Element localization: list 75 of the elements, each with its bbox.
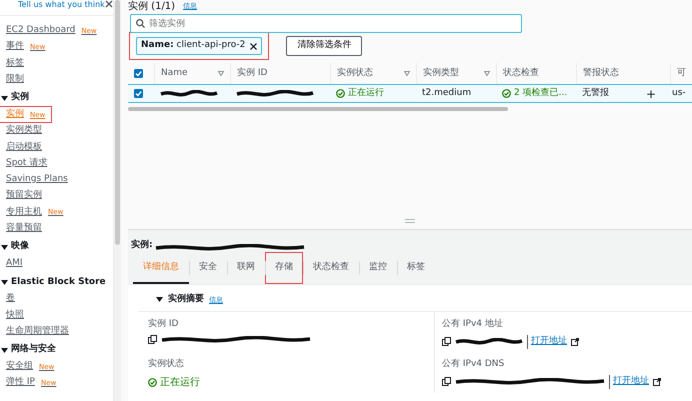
nav-section-header[interactable]: 网络与安全 — [0, 342, 113, 358]
nav-link[interactable]: AMI — [0, 256, 29, 272]
check-circle-icon — [148, 378, 157, 387]
scrollbar-thumb[interactable] — [115, 0, 120, 245]
field-label: 实例状态 — [148, 358, 185, 370]
page-title: 实例 (1/1) — [128, 1, 176, 12]
tab[interactable]: 联网 — [227, 252, 265, 284]
select-all-checkbox[interactable] — [134, 69, 143, 78]
column-header[interactable]: 实例类型 — [423, 66, 459, 80]
filter-token[interactable]: Name: client-api-pro-2 — [136, 37, 262, 55]
redaction-mark — [160, 90, 218, 98]
feedback-link[interactable]: Tell us what you think — [18, 0, 105, 9]
field-label: 公有 IPv4 DNS — [442, 358, 506, 370]
add-button[interactable]: + — [646, 84, 656, 102]
copy-icon[interactable] — [148, 335, 157, 344]
column-header[interactable]: 实例 ID — [237, 66, 268, 80]
table-cell-text: 无警报 — [582, 86, 609, 100]
nav-link[interactable]: 限制 — [0, 72, 30, 87]
nav-section-header[interactable]: Elastic Block Store — [0, 274, 113, 290]
tab[interactable]: 安全 — [189, 252, 227, 284]
check-circle-icon — [336, 89, 345, 98]
copy-icon[interactable] — [442, 377, 451, 386]
nav-section-header[interactable]: 映像 — [0, 239, 113, 255]
search-icon — [136, 19, 145, 28]
tab[interactable]: 标签 — [397, 252, 435, 284]
nav-link[interactable]: Spot 请求 — [0, 156, 54, 171]
column-header[interactable]: 状态检查 — [503, 66, 539, 80]
horizontal-scrollbar[interactable] — [128, 107, 508, 111]
column-header[interactable]: 警报状态 — [583, 66, 619, 80]
tab[interactable]: 监控 — [359, 252, 397, 284]
table-cell-text: t2.medium — [422, 86, 472, 100]
resize-handle-icon[interactable] — [405, 219, 415, 223]
sort-icon[interactable] — [218, 71, 224, 76]
open-address-link[interactable]: 打开地址 — [527, 335, 567, 348]
column-header[interactable]: Name — [161, 66, 188, 80]
panel-title: 实例: — [131, 238, 153, 252]
nav-link[interactable]: Savings Plans — [0, 172, 74, 188]
close-icon[interactable] — [104, 0, 113, 8]
nav-link[interactable]: 预留实例 — [0, 188, 48, 204]
status-text: 2 项检查已... — [514, 86, 568, 100]
row-checkbox[interactable] — [134, 89, 143, 98]
caret-icon[interactable] — [1, 94, 8, 102]
caret-icon[interactable] — [156, 296, 163, 304]
column-header[interactable]: 可 — [677, 66, 686, 80]
clear-filters-button[interactable]: 清除筛选条件 — [286, 36, 362, 56]
tab[interactable]: 存储 — [265, 252, 303, 284]
remove-icon[interactable] — [250, 42, 258, 50]
search-field[interactable]: 筛选实例 — [130, 14, 522, 33]
nav-link[interactable]: 生命周期管理器 — [0, 324, 75, 339]
status-text: 正在运行 — [160, 376, 200, 390]
caret-icon[interactable] — [1, 278, 8, 286]
open-address-link[interactable]: 打开地址 — [609, 375, 649, 388]
tab[interactable]: 状态检查 — [303, 252, 359, 284]
column-header[interactable]: 实例状态 — [337, 66, 373, 80]
sort-icon[interactable] — [404, 71, 410, 76]
external-link-icon[interactable] — [571, 338, 579, 346]
status-text: 正在运行 — [348, 86, 384, 100]
sort-icon[interactable] — [484, 71, 490, 76]
nav-link[interactable]: 容量预留 — [0, 221, 48, 236]
nav-link[interactable]: 标签 — [0, 56, 30, 71]
copy-icon[interactable] — [442, 337, 451, 346]
field-label: 实例 ID — [148, 318, 180, 330]
nav-link[interactable]: 卷 — [0, 292, 21, 306]
table-cell-text: us- — [672, 86, 686, 100]
nav-link[interactable]: 启动模板 — [0, 140, 48, 155]
nav-link[interactable]: 实例类型 — [0, 124, 48, 138]
caret-icon[interactable] — [1, 346, 8, 354]
nav-section-header[interactable]: 实例 — [0, 90, 113, 106]
field-label: 公有 IPv4 地址 — [442, 318, 504, 330]
nav-link[interactable]: 快照 — [0, 308, 30, 323]
check-circle-icon — [502, 89, 511, 98]
caret-icon[interactable] — [1, 244, 8, 250]
redaction-mark — [455, 338, 523, 346]
table-row[interactable]: 正在运行 t2.medium 2 项检查已... 无警报 + us- — [128, 84, 692, 103]
external-link-icon[interactable] — [653, 378, 661, 386]
